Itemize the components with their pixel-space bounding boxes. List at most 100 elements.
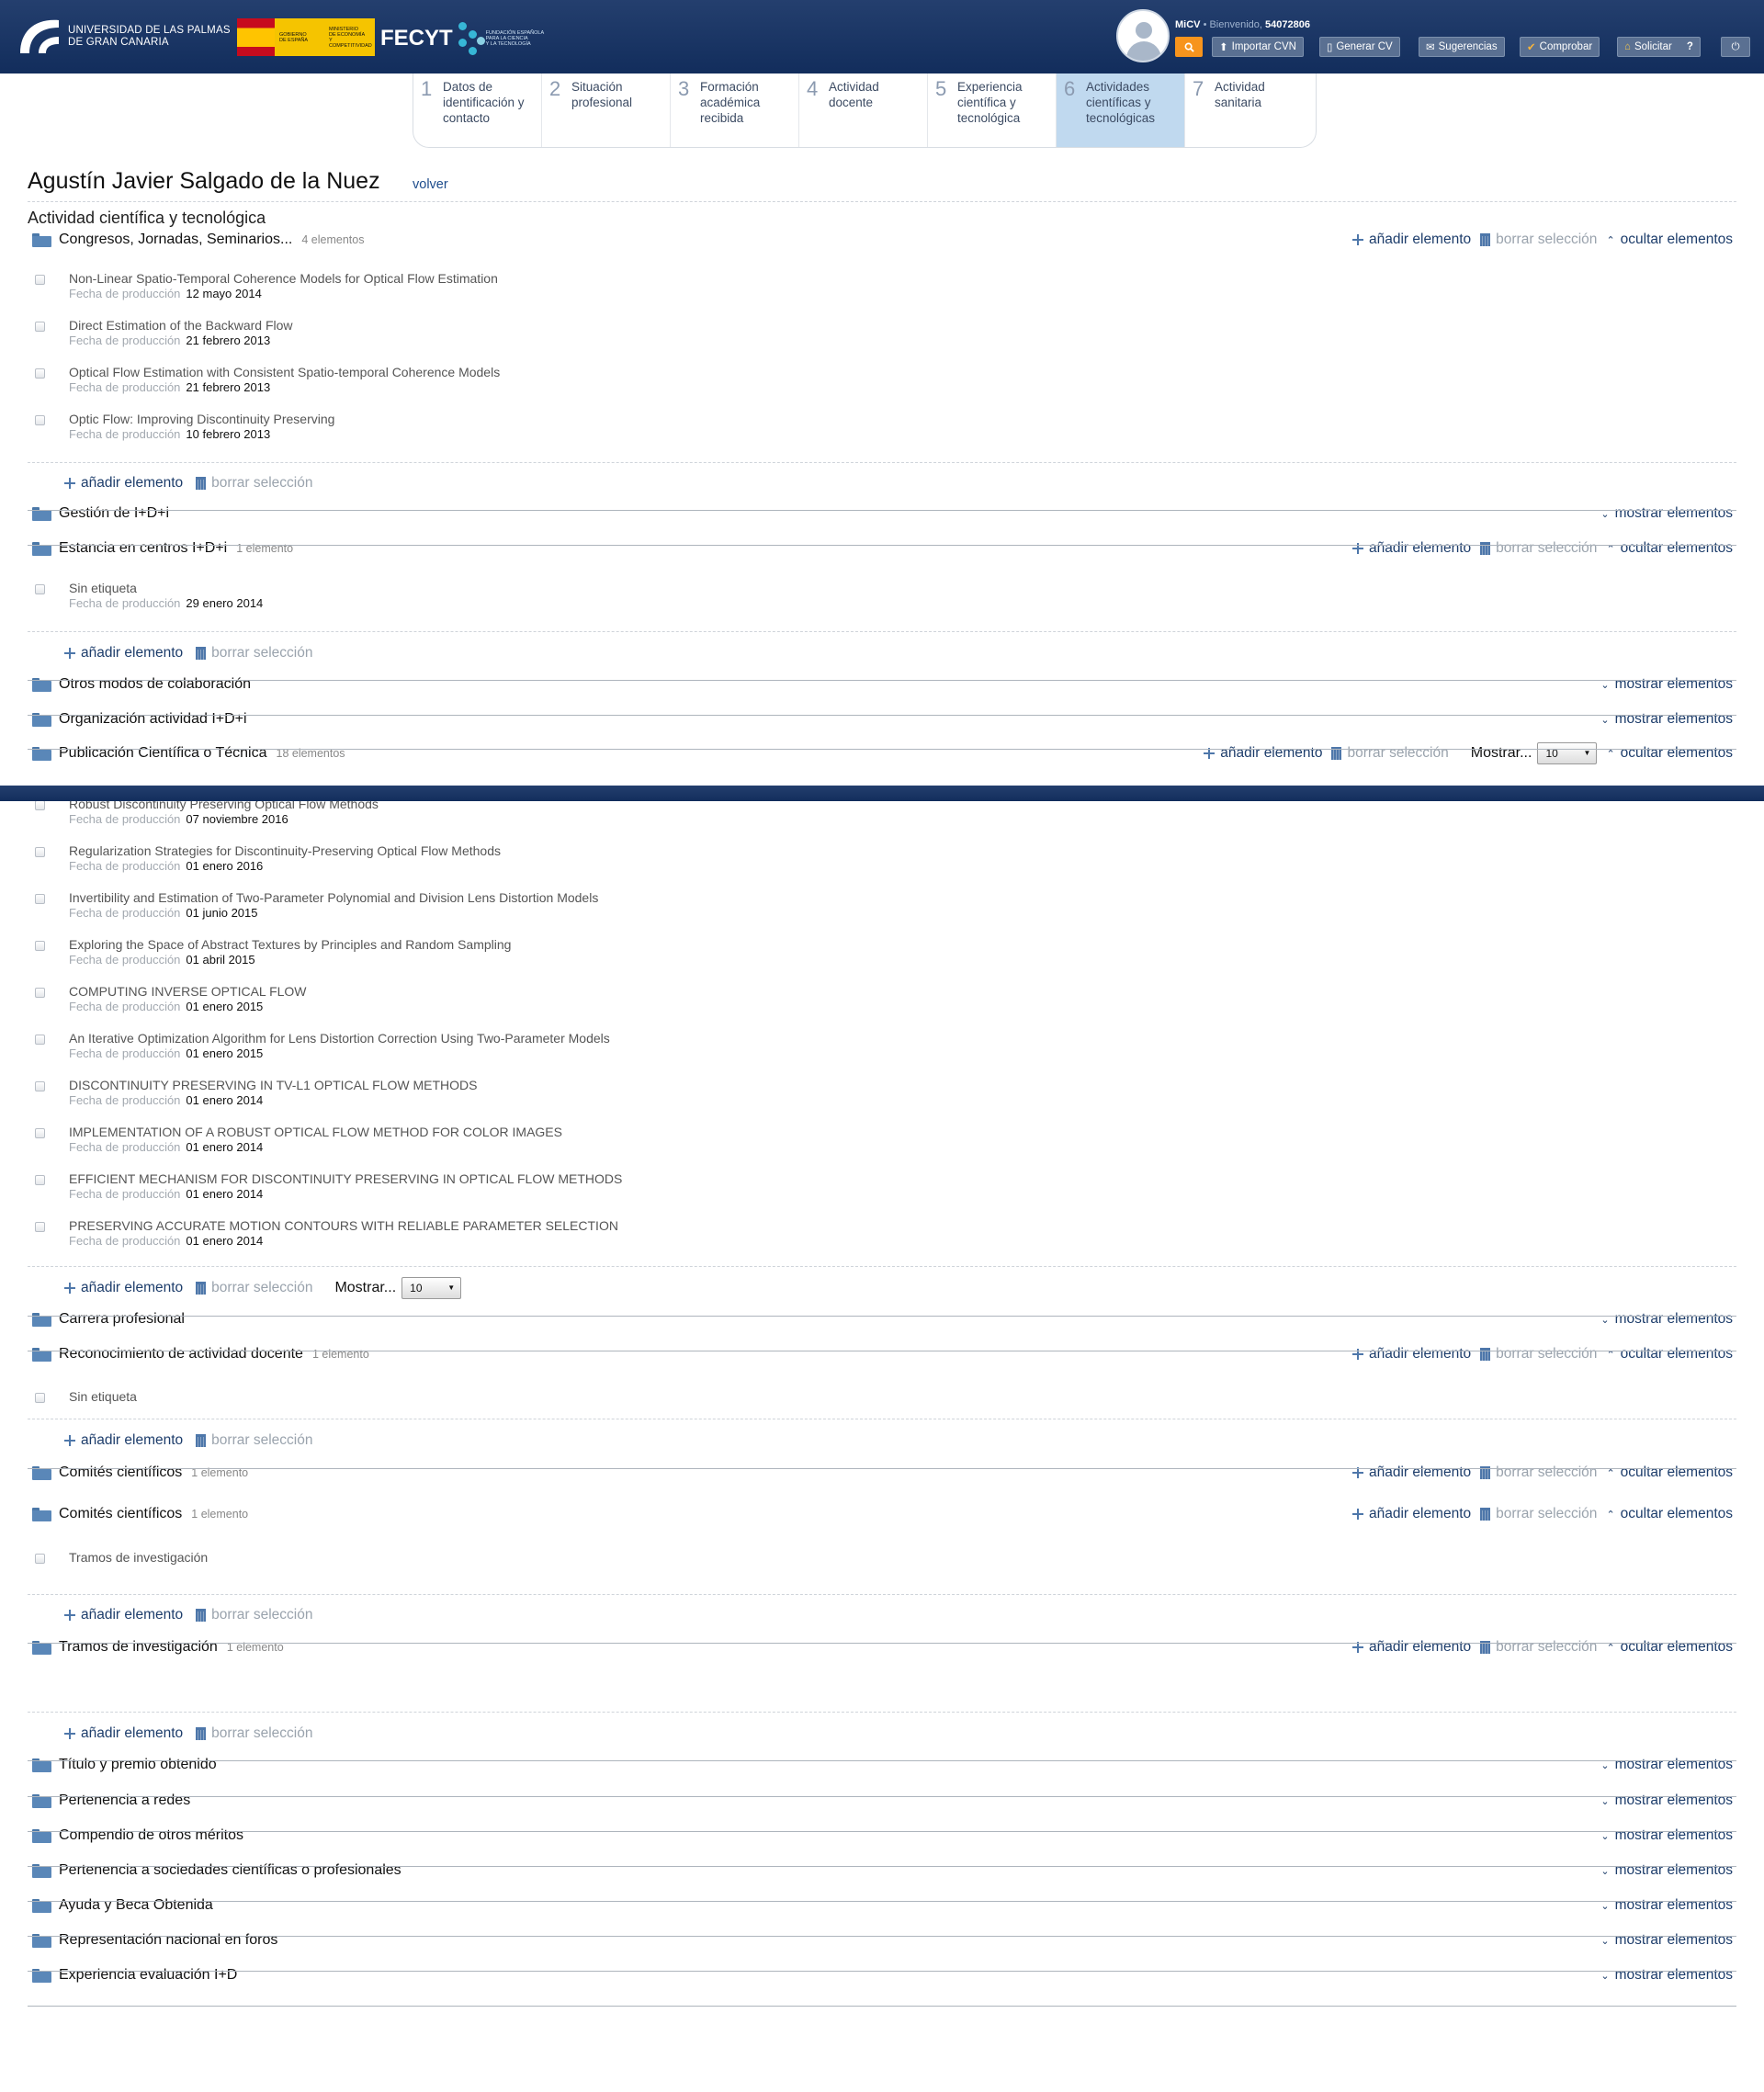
item-title[interactable]: Invertibility and Estimation of Two-Para… [69, 890, 598, 905]
section-header[interactable]: Otros modos de colaboración ⌄ mostrar elem… [28, 671, 1736, 698]
show-elements-button[interactable]: ⌄ mostrar elementos [1600, 1862, 1733, 1879]
section-header[interactable]: Experiencia evaluación I+D ⌄ mostrar eleme… [28, 1962, 1736, 1989]
step-5[interactable]: 5 Experiencia científica y tecnológica [928, 74, 1057, 147]
section-header[interactable]: Congresos, Jornadas, Seminarios... 4 elem… [28, 226, 1736, 254]
select-checkbox[interactable] [35, 368, 45, 379]
delete-selection-button[interactable]: borrar selección [196, 1725, 312, 1742]
select-checkbox[interactable] [35, 1081, 45, 1091]
delete-selection-button[interactable]: borrar selección [1331, 745, 1449, 762]
delete-selection-button[interactable]: borrar selección [1480, 1506, 1597, 1522]
item-title[interactable]: Direct Estimation of the Backward Flow [69, 318, 293, 333]
search-button[interactable] [1175, 37, 1203, 57]
select-checkbox[interactable] [35, 1035, 45, 1045]
step-7[interactable]: 7 Actividad sanitaria [1185, 74, 1314, 147]
add-element-button[interactable]: añadir elemento [1351, 1346, 1471, 1363]
add-element-button[interactable]: añadir elemento [64, 1432, 183, 1449]
delete-selection-button[interactable]: borrar selección [1480, 1639, 1597, 1656]
select-checkbox[interactable] [35, 847, 45, 857]
section-header[interactable]: Reconocimiento de actividad docente 1 ele… [28, 1340, 1736, 1368]
add-element-button[interactable]: añadir elemento [1351, 1639, 1471, 1656]
item-title[interactable]: PRESERVING ACCURATE MOTION CONTOURS WITH… [69, 1218, 618, 1233]
step-1[interactable]: 1 Datos de identificación y contacto [413, 74, 542, 147]
add-element-button[interactable]: añadir elemento [64, 1725, 183, 1742]
show-elements-button[interactable]: ⌄ mostrar elementos [1600, 1967, 1733, 1984]
section-header[interactable]: Título y premio obtenido ⌄ mostrar element… [28, 1751, 1736, 1779]
select-checkbox[interactable] [35, 415, 45, 425]
add-element-button[interactable]: añadir elemento [1351, 1464, 1471, 1481]
select-checkbox[interactable] [35, 1554, 45, 1564]
step-6[interactable]: 6 Actividades científicas y tecnológicas [1057, 74, 1185, 147]
item-title[interactable]: IMPLEMENTATION OF A ROBUST OPTICAL FLOW … [69, 1125, 562, 1139]
select-checkbox[interactable] [35, 1222, 45, 1232]
hide-elements-button[interactable]: ⌃ ocultar elementos [1606, 1639, 1733, 1656]
delete-selection-button[interactable]: borrar selección [1480, 1464, 1597, 1481]
page-size-select[interactable]: 10 [1537, 742, 1598, 764]
delete-selection-button[interactable]: borrar selección [196, 475, 312, 492]
item-title[interactable]: Sin etiqueta [69, 1389, 137, 1404]
select-checkbox[interactable] [35, 1128, 45, 1138]
select-checkbox[interactable] [35, 322, 45, 332]
item-title[interactable]: An Iterative Optimization Algorithm for … [69, 1031, 610, 1046]
delete-selection-button[interactable]: borrar selección [196, 645, 312, 662]
sugerencias-button[interactable]: ✉ Sugerencias [1419, 37, 1505, 57]
hide-elements-button[interactable]: ⌃ ocultar elementos [1606, 1464, 1733, 1481]
show-elements-button[interactable]: ⌄ mostrar elementos [1600, 1897, 1733, 1914]
avatar[interactable] [1116, 9, 1170, 62]
hide-elements-button[interactable]: ⌃ ocultar elementos [1606, 232, 1733, 248]
delete-selection-button[interactable]: borrar selección [1480, 232, 1597, 248]
add-element-button[interactable]: añadir elemento [1351, 232, 1471, 248]
select-checkbox[interactable] [35, 941, 45, 951]
hide-elements-button[interactable]: ⌃ ocultar elementos [1606, 540, 1733, 557]
section-header[interactable]: Organización actividad I+D+i ⌄ mostrar ele… [28, 706, 1736, 733]
item-title[interactable]: DISCONTINUITY PRESERVING IN TV-L1 OPTICA… [69, 1078, 477, 1092]
step-2[interactable]: 2 Situación profesional [542, 74, 671, 147]
show-elements-button[interactable]: ⌄ mostrar elementos [1600, 1757, 1733, 1773]
show-elements-button[interactable]: ⌄ mostrar elementos [1600, 676, 1733, 693]
section-header[interactable]: Tramos de investigación 1 elemento añadir … [28, 1634, 1736, 1661]
add-element-button[interactable]: añadir elemento [64, 1607, 183, 1623]
add-element-button[interactable]: añadir elemento [64, 1280, 183, 1296]
importar-cvn-button[interactable]: ⬆ Importar CVN [1212, 37, 1304, 57]
add-element-button[interactable]: añadir elemento [1204, 745, 1322, 762]
show-elements-button[interactable]: ⌄ mostrar elementos [1600, 1827, 1733, 1844]
item-title[interactable]: Non-Linear Spatio-Temporal Coherence Mod… [69, 271, 498, 286]
section-header[interactable]: Representación nacional en foros ⌄ mostrar… [28, 1927, 1736, 1954]
item-title[interactable]: Regularization Strategies for Discontinu… [69, 843, 501, 858]
section-header[interactable]: Ayuda y Beca Obtenida ⌄ mostrar elementos [28, 1892, 1736, 1919]
generar-cv-button[interactable]: ▯ Generar CV [1319, 37, 1400, 57]
add-element-button[interactable]: añadir elemento [1351, 1506, 1471, 1522]
section-header[interactable]: Publicación Científica o Técnica 18 eleme… [28, 740, 1736, 767]
select-checkbox[interactable] [35, 1393, 45, 1403]
page-size-select[interactable]: 10 [401, 1277, 462, 1299]
logout-button[interactable]: ⏻ [1721, 37, 1750, 57]
select-checkbox[interactable] [35, 275, 45, 285]
volver-link[interactable]: volver [413, 177, 448, 192]
section-header[interactable]: Compendio de otros méritos ⌄ mostrar eleme… [28, 1822, 1736, 1849]
step-3[interactable]: 3 Formación académica recibida [671, 74, 799, 147]
section-header[interactable]: Pertenencia a sociedades científicas o p… [28, 1857, 1736, 1884]
comprobar-button[interactable]: ✔ Comprobar [1520, 37, 1600, 57]
item-title[interactable]: Tramos de investigación [69, 1550, 208, 1565]
add-element-button[interactable]: añadir elemento [64, 645, 183, 662]
delete-selection-button[interactable]: borrar selección [196, 1607, 312, 1623]
section-header[interactable]: Comités científicos 1 elemento añadir elem… [28, 1500, 1736, 1528]
show-elements-button[interactable]: ⌄ mostrar elementos [1600, 1932, 1733, 1949]
section-header[interactable]: Gestión de I+D+i ⌄ mostrar elementos [28, 500, 1736, 527]
ulpgc-logo[interactable]: UNIVERSIDAD DE LAS PALMAS DE GRAN CANARI… [17, 17, 231, 57]
select-checkbox[interactable] [35, 894, 45, 904]
show-elements-button[interactable]: ⌄ mostrar elementos [1600, 505, 1733, 522]
show-elements-button[interactable]: ⌄ mostrar elementos [1600, 1792, 1733, 1809]
hide-elements-button[interactable]: ⌃ ocultar elementos [1606, 745, 1733, 762]
show-elements-button[interactable]: ⌄ mostrar elementos [1600, 1311, 1733, 1328]
add-element-button[interactable]: añadir elemento [64, 475, 183, 492]
solicitar-button[interactable]: ⌂ Solicitar? [1617, 37, 1701, 57]
add-element-button[interactable]: añadir elemento [1351, 540, 1471, 557]
select-checkbox[interactable] [35, 800, 45, 810]
select-checkbox[interactable] [35, 988, 45, 998]
item-title[interactable]: Optic Flow: Improving Discontinuity Pres… [69, 412, 334, 426]
delete-selection-button[interactable]: borrar selección [1480, 1346, 1597, 1363]
item-title[interactable]: COMPUTING INVERSE OPTICAL FLOW [69, 984, 307, 999]
select-checkbox[interactable] [35, 1175, 45, 1185]
item-title[interactable]: Sin etiqueta [69, 581, 137, 595]
section-header[interactable]: Carrera profesional ⌄ mostrar elementos [28, 1306, 1736, 1333]
